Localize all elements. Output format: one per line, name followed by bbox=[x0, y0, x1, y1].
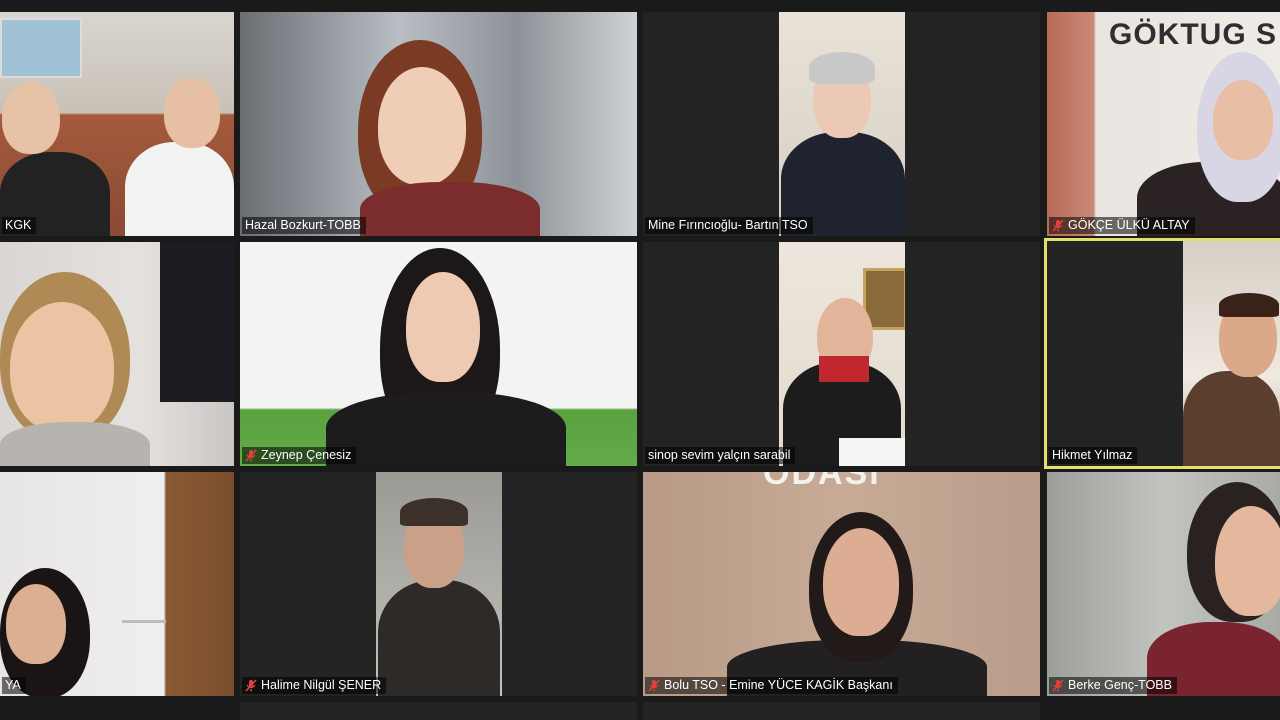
participant-tile-hikmet[interactable]: Hikmet Yılmaz bbox=[1044, 238, 1280, 469]
next-row-strip bbox=[240, 702, 637, 720]
participant-name-label: Hazal Bozkurt-TOBB bbox=[242, 217, 366, 234]
video-feed bbox=[1183, 241, 1280, 466]
video-feed bbox=[240, 242, 637, 466]
mic-muted-icon bbox=[1052, 678, 1064, 692]
wall-tv bbox=[160, 242, 234, 402]
participant-tile-sinop[interactable]: sinop sevim yalçın sarabil bbox=[643, 242, 1040, 466]
mic-muted-icon bbox=[648, 678, 660, 692]
participant-name-label: KGK bbox=[2, 217, 37, 234]
participant-name-label: Mine Fırıncıoğlu- Bartın TSO bbox=[645, 217, 813, 234]
participant-tile-hazal[interactable]: Hazal Bozkurt-TOBB bbox=[240, 12, 637, 236]
next-row-strip bbox=[643, 702, 1040, 720]
mic-muted-icon bbox=[245, 448, 257, 462]
video-feed bbox=[0, 12, 234, 236]
scarf bbox=[819, 356, 869, 382]
wall-sign: GÖKTUG S bbox=[1109, 18, 1278, 51]
video-feed bbox=[779, 242, 905, 466]
participant-tile-halime[interactable]: Halime Nilgül ŞENER bbox=[240, 472, 637, 696]
participant-name-label: GÖKÇE ÜLKÜ ALTAY bbox=[1049, 217, 1195, 234]
video-feed bbox=[779, 12, 905, 236]
participant-name-label: sinop sevim yalçın sarabil bbox=[645, 447, 796, 464]
wall-map bbox=[0, 18, 82, 78]
participant-tile-bolu[interactable]: ODASI Bolu TSO - Emine YÜCE KAGİK Başkan… bbox=[643, 472, 1040, 696]
wall-text: ODASI bbox=[763, 472, 881, 492]
participant-tile-unnamed[interactable] bbox=[0, 242, 234, 466]
participant-name-label: Bolu TSO - Emine YÜCE KAGİK Başkanı bbox=[645, 677, 898, 694]
video-feed: GÖKTUG S bbox=[1047, 12, 1280, 236]
video-feed bbox=[1047, 472, 1280, 696]
video-feed bbox=[376, 472, 502, 696]
mic-muted-icon bbox=[245, 678, 257, 692]
participant-tile-berke[interactable]: Berke Genç-TOBB bbox=[1047, 472, 1280, 696]
participant-name-label: YA bbox=[2, 677, 26, 694]
mic-muted-icon bbox=[1052, 218, 1064, 232]
video-feed bbox=[0, 242, 234, 466]
video-feed bbox=[240, 12, 637, 236]
participant-tile-mine[interactable]: Mine Fırıncıoğlu- Bartın TSO bbox=[643, 12, 1040, 236]
participant-name-label: Hikmet Yılmaz bbox=[1049, 447, 1138, 464]
participant-tile-ya[interactable]: YA bbox=[0, 472, 234, 696]
papers bbox=[839, 438, 905, 466]
participant-tile-kgk[interactable]: KGK bbox=[0, 12, 234, 236]
participant-name-label: Berke Genç-TOBB bbox=[1049, 677, 1177, 694]
video-feed: ODASI bbox=[643, 472, 1040, 696]
wall-lamp bbox=[122, 620, 166, 643]
participant-tile-zeynep[interactable]: Zeynep Çenesiz bbox=[240, 242, 637, 466]
video-feed bbox=[0, 472, 234, 696]
participant-name-label: Halime Nilgül ŞENER bbox=[242, 677, 387, 694]
participant-name-label: Zeynep Çenesiz bbox=[242, 447, 357, 464]
participant-tile-gokce[interactable]: GÖKTUG S GÖKÇE ÜLKÜ ALTAY bbox=[1047, 12, 1280, 236]
